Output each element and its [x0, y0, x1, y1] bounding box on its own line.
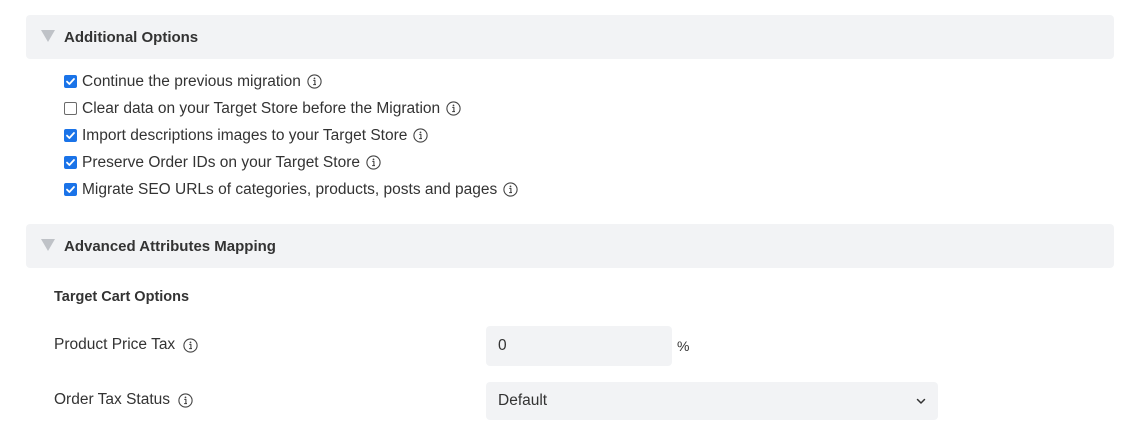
product-price-tax-label: Product Price Tax [54, 336, 176, 353]
option-import-images: Import descriptions images to your Targe… [64, 122, 518, 149]
product-price-tax-label-row: Product Price Tax [54, 336, 198, 354]
info-icon[interactable] [446, 101, 461, 116]
checkbox-preserve-order-ids[interactable] [64, 156, 77, 169]
option-label: Continue the previous migration [82, 72, 301, 90]
additional-options-header[interactable]: Additional Options [26, 15, 1114, 59]
product-price-tax-input[interactable] [486, 326, 672, 366]
order-tax-status-label-row: Order Tax Status [54, 391, 193, 409]
option-label: Import descriptions images to your Targe… [82, 126, 408, 144]
additional-options-title: Additional Options [64, 28, 199, 46]
option-migrate-seo-urls: Migrate SEO URLs of categories, products… [64, 176, 518, 203]
checkbox-clear-data[interactable] [64, 102, 77, 115]
option-preserve-order-ids: Preserve Order IDs on your Target Store [64, 149, 518, 176]
info-icon[interactable] [413, 128, 429, 143]
option-continue-migration: Continue the previous migration [64, 68, 518, 95]
option-clear-data: Clear data on your Target Store before t… [64, 95, 518, 122]
chevron-down-icon [916, 398, 926, 405]
order-tax-status-select[interactable]: Default [486, 382, 938, 420]
order-tax-status-label: Order Tax Status [54, 391, 171, 408]
advanced-mapping-title: Advanced Attributes Mapping [64, 237, 276, 255]
checkbox-import-images[interactable] [64, 129, 77, 142]
percent-unit: % [677, 338, 690, 354]
info-icon[interactable] [183, 337, 198, 353]
collapse-triangle-icon [41, 239, 55, 251]
checkbox-continue-migration[interactable] [64, 75, 77, 88]
option-label: Preserve Order IDs on your Target Store [82, 153, 360, 171]
info-icon[interactable] [307, 74, 322, 89]
option-label: Migrate SEO URLs of categories, products… [82, 180, 498, 198]
info-icon[interactable] [503, 182, 518, 197]
collapse-triangle-icon [41, 30, 55, 42]
order-tax-status-selected: Default [498, 392, 548, 409]
checkbox-migrate-seo-urls[interactable] [64, 183, 77, 196]
migration-options-page: Additional Options Continue the previous… [0, 0, 1140, 436]
additional-options-list: Continue the previous migration Clear da… [64, 68, 518, 203]
target-cart-options-title: Target Cart Options [54, 289, 190, 305]
info-icon[interactable] [178, 392, 193, 408]
info-icon[interactable] [366, 155, 381, 170]
advanced-mapping-header[interactable]: Advanced Attributes Mapping [26, 224, 1114, 268]
option-label: Clear data on your Target Store before t… [82, 99, 441, 117]
